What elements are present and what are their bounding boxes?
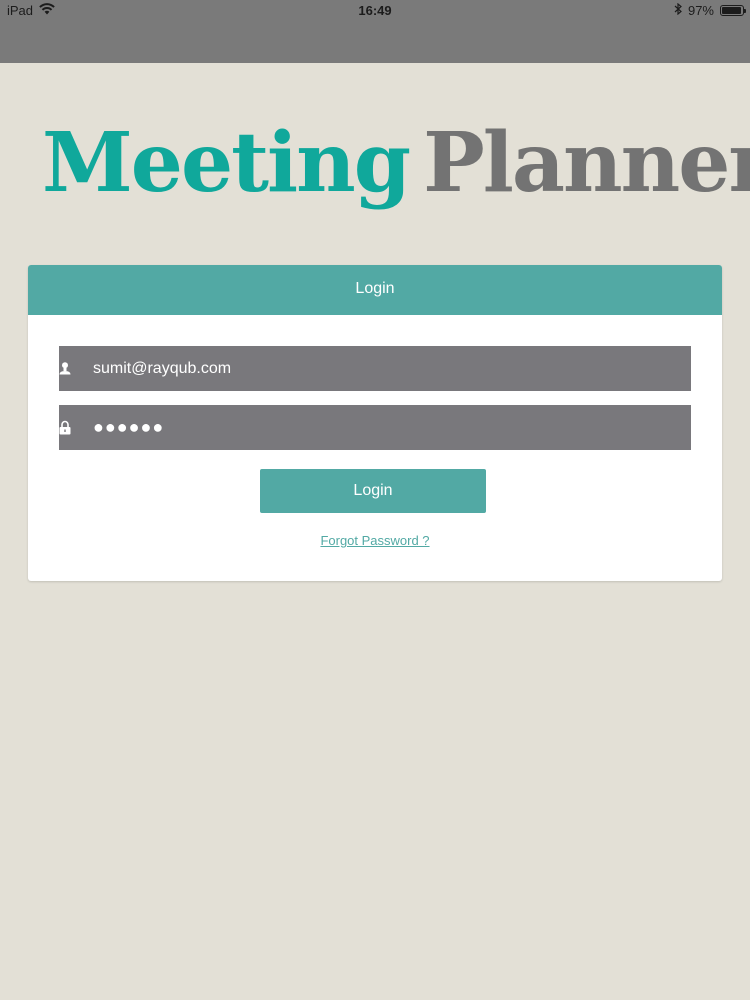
password-value: ●●●●●●: [93, 417, 165, 437]
bluetooth-icon: [674, 2, 682, 18]
lock-icon: [59, 405, 91, 450]
logo-word-planner: Planner: [423, 115, 750, 211]
login-button[interactable]: Login: [260, 469, 486, 513]
battery-percent: 97%: [687, 3, 714, 18]
login-card-header: Login: [28, 265, 722, 315]
username-value: sumit@rayqub.com: [93, 359, 232, 377]
status-time: 16:49: [358, 3, 392, 18]
status-bar: iPad 16:49 97%: [0, 0, 750, 63]
password-field[interactable]: ●●●●●●: [59, 405, 691, 450]
logo-word-meeting: Meeting: [42, 115, 411, 211]
login-card: Login sumit@rayqub.com ●●●●●● Login Forg…: [28, 265, 722, 581]
username-field[interactable]: sumit@rayqub.com: [59, 346, 691, 391]
battery-level: [722, 7, 742, 14]
user-icon: [59, 346, 91, 391]
status-bar-right: 97%: [674, 2, 746, 18]
app-logo: Meeting Planner: [42, 115, 750, 228]
forgot-password-link[interactable]: Forgot Password ?: [28, 533, 722, 548]
battery-icon: [720, 5, 746, 16]
